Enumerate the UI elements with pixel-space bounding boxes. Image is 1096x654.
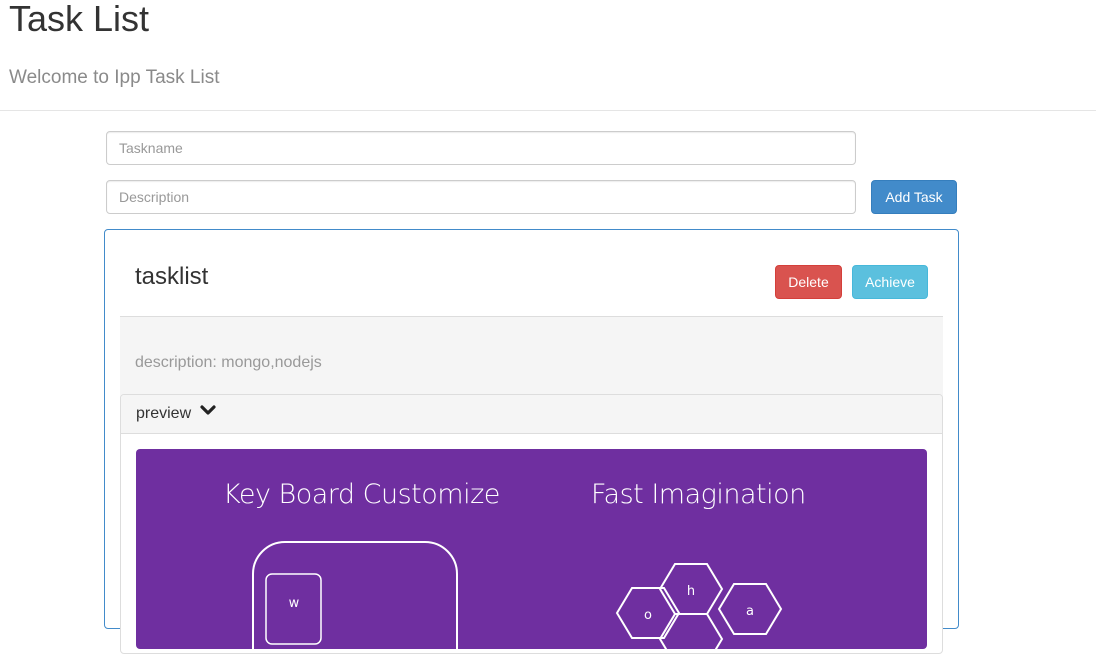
preview-toggle[interactable]: preview xyxy=(121,395,942,434)
hex-h-letter: h xyxy=(687,584,695,599)
hexagon-lower-icon xyxy=(658,613,724,649)
task-description: description: mongo,nodejs xyxy=(135,354,322,371)
task-card: tasklist Delete Achieve description: mon… xyxy=(104,229,959,654)
add-task-button[interactable]: Add Task xyxy=(871,180,957,214)
page-subtitle: Welcome to Ipp Task List xyxy=(9,67,220,88)
chevron-down-icon xyxy=(199,393,216,431)
preview-image: Key Board Customize Fast Imagination w h… xyxy=(136,449,927,649)
hex-a-letter: a xyxy=(746,604,754,619)
preview-illustration: w h o a xyxy=(252,541,783,649)
preview-panel: preview Key Board Customize Fast Imagina… xyxy=(120,394,943,654)
page-title: Task List xyxy=(9,0,150,39)
description-input[interactable] xyxy=(106,180,856,214)
keyboard-outline-icon xyxy=(252,541,458,649)
key-w-letter: w xyxy=(289,596,300,611)
taskname-input[interactable] xyxy=(106,131,856,165)
delete-button[interactable]: Delete xyxy=(775,265,842,299)
page-header: Task List Welcome to Ipp Task List xyxy=(0,0,1096,111)
preview-label: preview xyxy=(136,405,192,422)
task-title: tasklist xyxy=(135,263,209,290)
task-body: description: mongo,nodejs preview Key Bo… xyxy=(120,316,943,654)
achieve-button[interactable]: Achieve xyxy=(852,265,928,299)
hex-o-letter: o xyxy=(644,608,652,623)
